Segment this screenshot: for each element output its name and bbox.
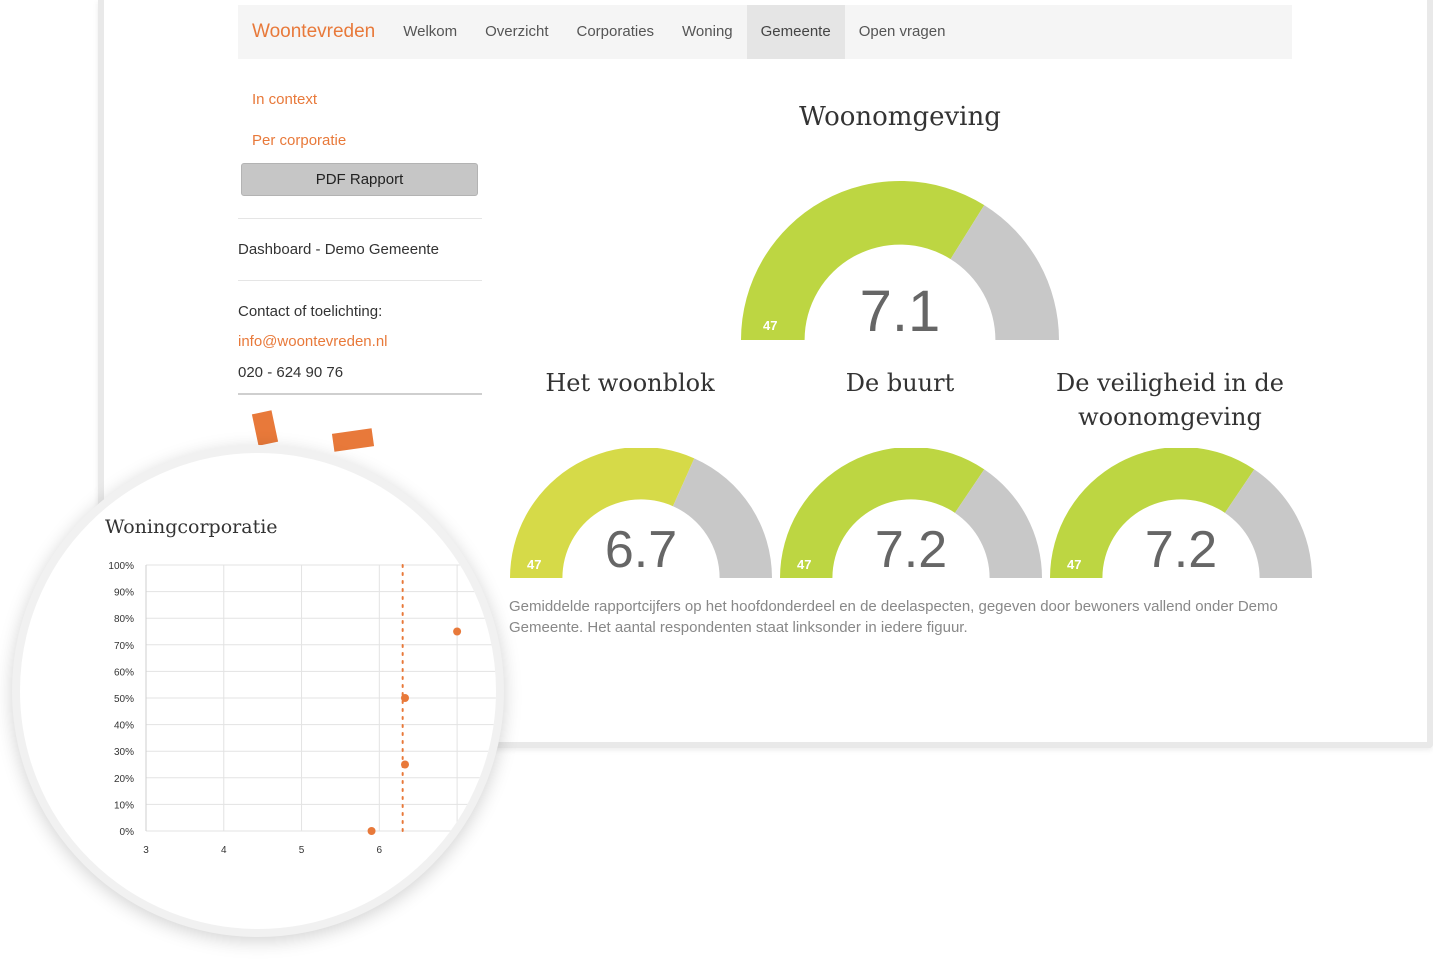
y-tick-label: 60% — [114, 667, 134, 678]
x-tick-label: 4 — [221, 845, 227, 856]
gauges-caption: Gemiddelde rapportcijfers op het hoofdon… — [509, 598, 1278, 636]
x-tick-label: 3 — [143, 845, 149, 856]
gauge-respondents: 47 — [527, 557, 542, 572]
brand-logo[interactable]: Woontevreden — [238, 5, 389, 59]
gauge-value-buurt: 7.2 — [874, 521, 948, 579]
gauge-title-line: De veiligheid in de — [1056, 369, 1284, 397]
data-point — [367, 827, 376, 835]
nav-gemeente[interactable]: Gemeente — [746, 5, 845, 59]
y-tick-label: 40% — [114, 721, 134, 732]
gauge-respondents: 47 — [763, 318, 778, 333]
nav-welkom[interactable]: Welkom — [389, 5, 471, 59]
gauge-value-veiligheid: 7.2 — [1144, 521, 1218, 579]
contact-phone: 020 - 624 90 76 — [238, 364, 344, 381]
gauge-title-buurt: De buurt — [845, 369, 955, 397]
nav-corporaties[interactable]: Corporaties — [563, 5, 669, 59]
y-tick-label: 50% — [114, 694, 134, 705]
y-tick-label: 10% — [114, 800, 134, 811]
data-point — [401, 694, 409, 702]
top-navbar: Woontevreden Welkom Overzicht Corporatie… — [238, 5, 1292, 59]
data-point — [401, 760, 409, 769]
magnifier-lens: Woningcorporatie 100% 90% 80% 70% 60% 50% 40% 3… — [12, 445, 504, 937]
sidebar-divider — [238, 218, 482, 219]
x-tick-label: 7 — [454, 845, 460, 856]
gauge-respondents: 47 — [797, 557, 812, 572]
y-tick-label: 30% — [114, 747, 134, 758]
dashboard-label: Dashboard - Demo Gemeente — [238, 241, 439, 258]
data-point — [453, 627, 462, 636]
contact-email-link[interactable]: info@woontevreden.nl — [238, 333, 388, 350]
contact-label: Contact of toelichting: — [238, 303, 383, 320]
scatter-chart: 100% 90% 80% 70% 60% 50% 40% 30% 20% 10% 0% 3 4 5 6 7 — [108, 561, 496, 856]
gauge-title-woonblok: Het woonblok — [545, 369, 715, 397]
sidebar-link-in-context[interactable]: In context — [252, 91, 317, 108]
gauge-value-woonomgeving: 7.1 — [859, 279, 941, 344]
gauge-title-veiligheid: De veiligheid in de woonomgeving — [1020, 366, 1320, 434]
pdf-rapport-button[interactable]: PDF Rapport — [241, 163, 478, 196]
y-tick-label: 70% — [114, 641, 134, 652]
gauge-value-woonblok: 6.7 — [604, 521, 678, 579]
y-tick-label: 100% — [108, 561, 134, 572]
x-tick-label: 5 — [299, 845, 305, 856]
nav-open-vragen[interactable]: Open vragen — [845, 5, 960, 59]
y-tick-label: 20% — [114, 774, 134, 785]
y-tick-label: 90% — [114, 588, 134, 599]
gauge-respondents: 47 — [1067, 557, 1082, 572]
nav-overzicht[interactable]: Overzicht — [471, 5, 562, 59]
y-tick-label: 80% — [114, 614, 134, 625]
y-tick-label: 0% — [120, 827, 135, 838]
nav-woning[interactable]: Woning — [668, 5, 747, 59]
gauge-title-line: woonomgeving — [1078, 403, 1262, 431]
x-tick-label: 6 — [377, 845, 383, 856]
sidebar-divider — [238, 280, 482, 281]
sidebar-link-per-corporatie[interactable]: Per corporatie — [252, 132, 346, 149]
gauge-title-woonomgeving: Woonomgeving — [799, 102, 1001, 132]
sidebar-divider — [238, 393, 482, 395]
